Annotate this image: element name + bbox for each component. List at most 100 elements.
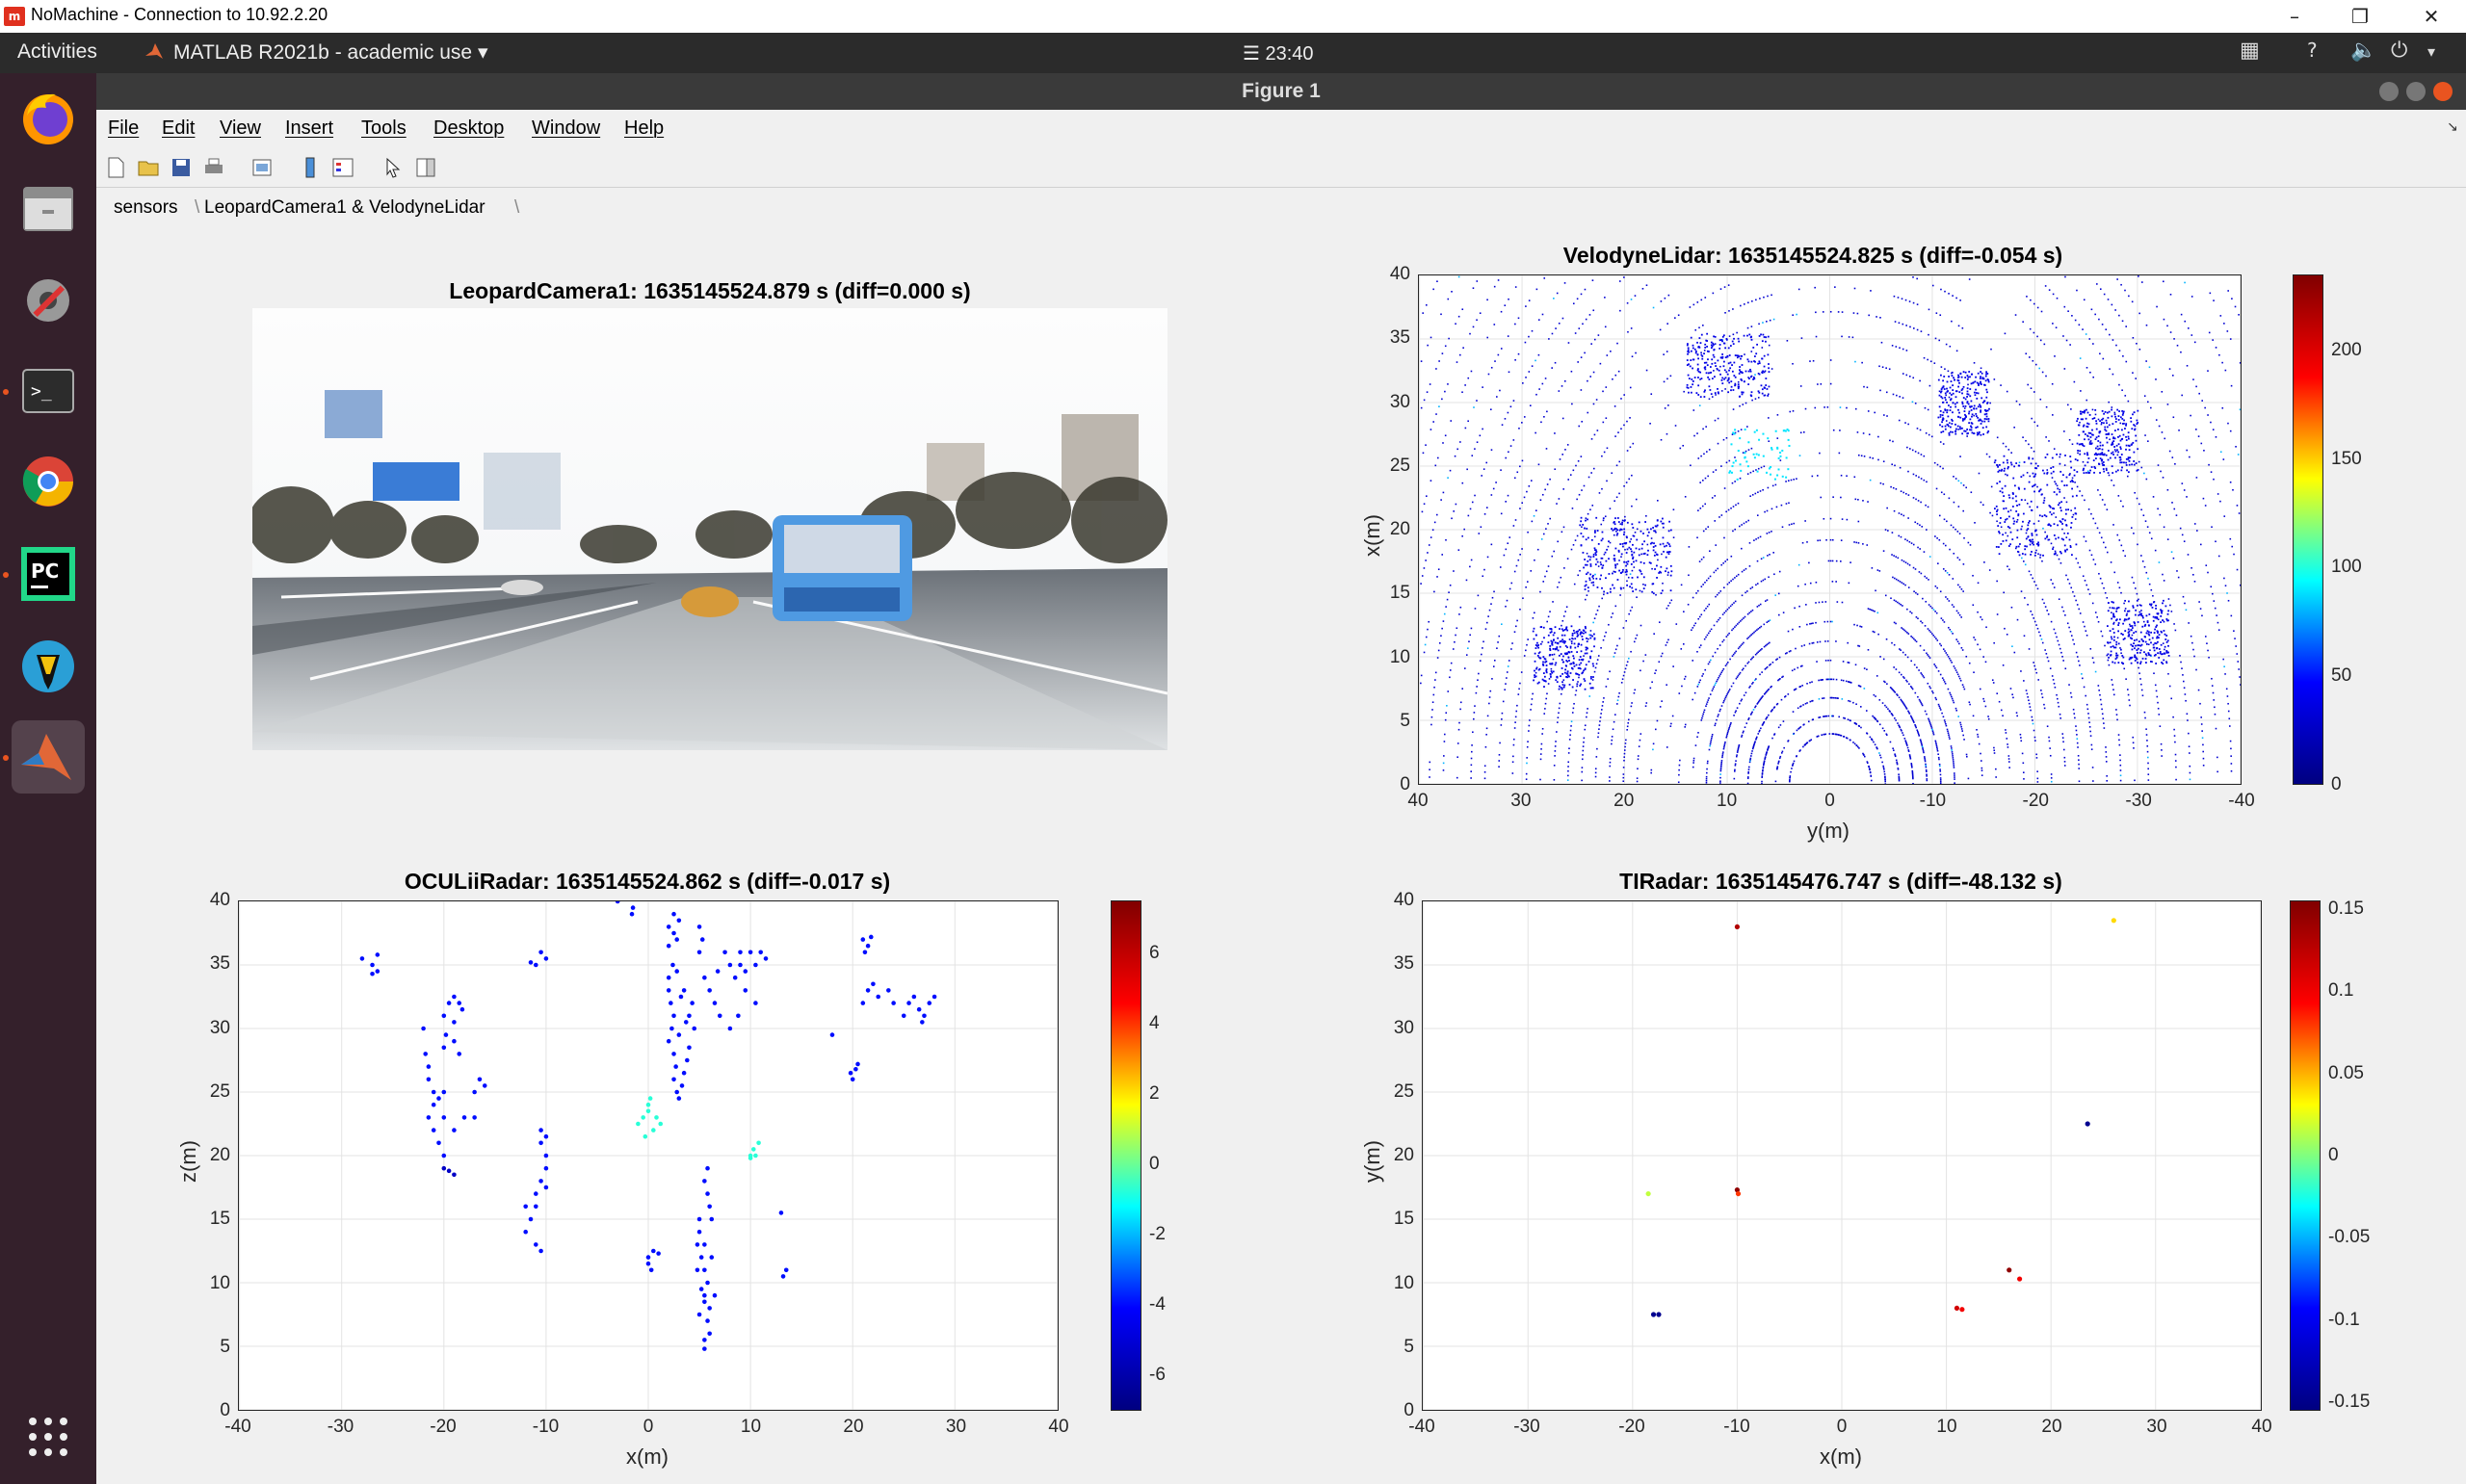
- firefox-icon[interactable]: [12, 81, 85, 154]
- tab-sensors[interactable]: sensors: [114, 197, 178, 219]
- lidar-point: [1589, 565, 1592, 567]
- files-icon[interactable]: [12, 171, 85, 245]
- lidar-point: [1510, 582, 1513, 585]
- lidar-point: [1708, 378, 1711, 380]
- pycharm-icon[interactable]: PC: [12, 537, 85, 611]
- keyboard-icon[interactable]: ▦: [2240, 39, 2260, 63]
- lidar-point: [1747, 717, 1750, 719]
- colorbar-icon[interactable]: [299, 156, 322, 179]
- lidar-point: [1666, 544, 1667, 547]
- lidar-point: [1576, 685, 1578, 688]
- lidar-point: [1952, 295, 1954, 297]
- menu-view[interactable]: View: [220, 117, 261, 140]
- menu-edit[interactable]: Edit: [162, 117, 195, 140]
- menu-window[interactable]: Window: [532, 117, 600, 140]
- lidar-point: [2049, 747, 2051, 749]
- terminal-icon[interactable]: >_: [12, 354, 85, 428]
- lidar-point: [1580, 520, 1583, 523]
- lidar-point: [1703, 709, 1706, 712]
- settings-icon[interactable]: [12, 264, 85, 337]
- lidar-point: [1541, 382, 1544, 385]
- lidar-point: [1875, 695, 1876, 697]
- legend-icon[interactable]: [331, 156, 354, 179]
- lidar-point: [1996, 692, 1999, 694]
- lidar-point: [1549, 649, 1552, 652]
- volume-icon[interactable]: 🔈: [2350, 39, 2376, 63]
- figure-close-button[interactable]: [2433, 82, 2453, 101]
- lidar-plot[interactable]: [1418, 274, 2242, 785]
- lidar-point: [1549, 673, 1552, 676]
- lidar-point: [1939, 642, 1941, 645]
- lidar-point: [2108, 474, 2111, 477]
- maximize-button[interactable]: ❐: [2341, 3, 2379, 30]
- link-plot-icon[interactable]: [250, 156, 274, 179]
- lidar-point: [1638, 521, 1640, 524]
- activities-button[interactable]: Activities: [17, 40, 97, 64]
- lidar-point: [2129, 623, 2131, 626]
- ros-turtle-icon[interactable]: [12, 630, 85, 703]
- lidar-point: [1982, 656, 1984, 658]
- lidar-point: [1778, 570, 1781, 573]
- print-icon[interactable]: [202, 156, 225, 179]
- lidar-point: [1702, 530, 1705, 533]
- lidar-point: [1755, 538, 1757, 540]
- lidar-point: [1545, 669, 1548, 672]
- lidar-point: [1852, 701, 1854, 704]
- network-icon[interactable]: ?: [2307, 39, 2318, 62]
- lidar-point: [1766, 388, 1769, 390]
- power-icon[interactable]: ⏻: [2391, 39, 2407, 63]
- lidar-point: [1499, 566, 1502, 568]
- lidar-point: [1599, 578, 1602, 581]
- lidar-point: [1612, 584, 1613, 586]
- property-editor-icon[interactable]: [414, 156, 437, 179]
- lidar-point: [1995, 545, 1998, 548]
- lidar-point: [2130, 417, 2132, 420]
- lidar-point: [2121, 410, 2124, 412]
- close-button[interactable]: ✕: [2412, 3, 2451, 30]
- lidar-point: [2101, 635, 2104, 638]
- lidar-point: [1714, 335, 1717, 338]
- lidar-point: [2059, 551, 2061, 553]
- lidar-point: [1966, 755, 1968, 758]
- lidar-point: [1463, 667, 1466, 669]
- minimize-button[interactable]: –: [2275, 3, 2314, 30]
- lidar-point: [2121, 429, 2123, 431]
- new-figure-icon[interactable]: [104, 156, 127, 179]
- lidar-point: [1623, 749, 1626, 751]
- lidar-point: [2116, 278, 2118, 280]
- figure-minimize-button[interactable]: [2379, 82, 2399, 101]
- matlab-icon[interactable]: [12, 720, 85, 794]
- menu-tools[interactable]: Tools: [361, 117, 407, 140]
- tab-leopardcamera1-velodynelidar[interactable]: LeopardCamera1 & VelodyneLidar: [204, 197, 485, 219]
- lidar-point: [2157, 652, 2159, 655]
- lidar-point: [1507, 411, 1509, 414]
- clock[interactable]: ☰ 23:40: [1243, 41, 1314, 65]
- lidar-point: [1953, 701, 1955, 704]
- chevron-down-icon[interactable]: ▾: [2427, 42, 2435, 61]
- chrome-icon[interactable]: [12, 445, 85, 518]
- lidar-point: [1611, 736, 1613, 738]
- save-icon[interactable]: [170, 156, 193, 179]
- lidar-point: [1777, 760, 1780, 763]
- lidar-point: [1599, 362, 1602, 365]
- apps-grid-icon[interactable]: [12, 1400, 85, 1473]
- pointer-icon[interactable]: [381, 156, 405, 179]
- lidar-point: [1570, 650, 1573, 653]
- lidar-point: [2238, 314, 2240, 316]
- open-file-icon[interactable]: [137, 156, 160, 179]
- lidar-point: [1876, 569, 1879, 571]
- lidar-point: [1850, 682, 1852, 684]
- menu-desktop[interactable]: Desktop: [433, 117, 504, 140]
- menu-help[interactable]: Help: [624, 117, 664, 140]
- menu-insert[interactable]: Insert: [285, 117, 333, 140]
- lidar-point: [1540, 421, 1542, 424]
- figure-maximize-button[interactable]: [2406, 82, 2426, 101]
- lidar-point: [2213, 299, 2215, 301]
- app-menu[interactable]: MATLAB R2021b - academic use ▾: [144, 40, 487, 65]
- lidar-point: [2051, 477, 2054, 479]
- lidar-point: [1656, 719, 1659, 722]
- menu-file[interactable]: File: [108, 117, 139, 140]
- lidar-point: [1853, 623, 1855, 626]
- lidar-point: [1622, 674, 1625, 677]
- dock-arrow-icon[interactable]: ↘: [2447, 119, 2458, 135]
